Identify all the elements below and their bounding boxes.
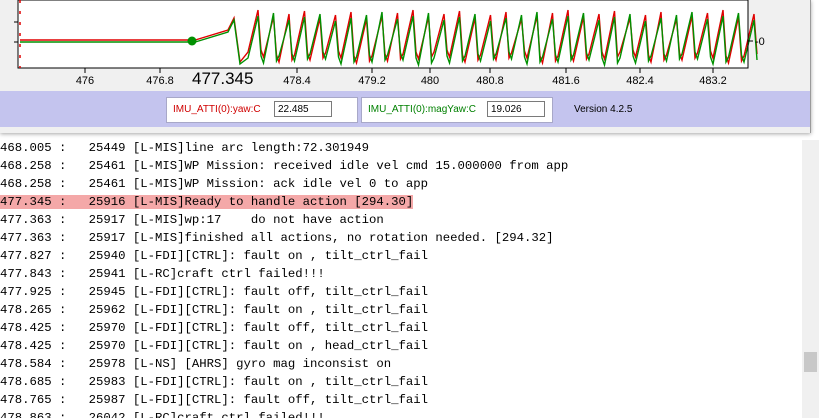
log-row[interactable]: 478.584 : 25978 [L-NS] [AHRS] gyro mag i… [0, 355, 800, 373]
version-label: Version 4.2.5 [574, 104, 633, 115]
log-message: [L-FDI][CTRL]: fault off, tilt_ctrl_fail [132, 321, 429, 335]
log-tick: 25945 [88, 285, 126, 299]
highlighted-log-entry: 477.345 : 25916 [L-MIS]Ready to handle a… [0, 195, 414, 209]
log-row[interactable]: 477.843 : 25941 [L-RC]craft ctrl failed!… [0, 265, 800, 283]
cursor-time-label: 477.345 [192, 69, 253, 88]
log-row[interactable]: 468.005 : 25449 [L-MIS]line arc length:7… [0, 140, 800, 157]
log-row[interactable]: 478.265 : 25962 [L-FDI][CTRL]: fault on … [0, 301, 800, 319]
log-prefix: 478.685 : [0, 375, 67, 389]
x-axis-tick-label: 481.6 [552, 75, 580, 87]
log-message: [L-NS] [AHRS] gyro mag inconsist on [132, 357, 392, 371]
log-tick: 25917 [88, 213, 126, 227]
log-row[interactable]: 478.425 : 25970 [L-FDI][CTRL]: fault on … [0, 337, 800, 355]
time-series-plot[interactable]: -0 476 476.8 478.4 479.2 480 480.8 481.6 482.4 4… [0, 0, 810, 91]
log-row[interactable]: 477.363 : 25917 [L-MIS]finished all acti… [0, 229, 800, 247]
log-row[interactable]: 477.925 : 25945 [L-FDI][CTRL]: fault off… [0, 283, 800, 301]
x-axis-tick-label: 479.2 [358, 75, 386, 87]
log-prefix: 478.863 : [0, 411, 67, 418]
log-tick: 25970 [88, 339, 126, 353]
log-message: [L-FDI][CTRL]: fault off, tilt_ctrl_fail [132, 285, 429, 299]
y-axis-label: -0 [755, 36, 765, 48]
log-message: [L-FDI][CTRL]: fault on , head_ctrl_fail [132, 339, 429, 353]
log-prefix: 477.363 : [0, 231, 67, 245]
log-tick: 25449 [88, 141, 126, 155]
log-row[interactable]: 478.863 : 26042 [L-RC]craft ctrl failed!… [0, 409, 800, 418]
magyaw-field-group: IMU_ATTI(0):magYaw:C [361, 97, 553, 123]
cursor-marker[interactable] [187, 36, 197, 46]
log-message: [L-FDI][CTRL]: fault on , tilt_ctrl_fail [132, 303, 429, 317]
log-tick: 25962 [88, 303, 126, 317]
yaw-value-input[interactable] [274, 101, 332, 117]
log-tick: 25461 [88, 159, 126, 173]
log-message: [L-RC]craft ctrl failed!!! [132, 267, 325, 281]
log-message: [L-RC]craft ctrl failed!!! [132, 411, 325, 418]
log-prefix: 478.584 : [0, 357, 67, 371]
log-prefix: 477.925 : [0, 285, 67, 299]
log-tick: 25970 [88, 321, 126, 335]
log-prefix: 478.765 : [0, 393, 67, 407]
log-prefix: 477.827 : [0, 249, 67, 263]
log-row[interactable]: 468.258 : 25461 [L-MIS]WP Mission: ack i… [0, 175, 800, 193]
log-row[interactable]: 477.363 : 25917 [L-MIS]wp:17 do not have… [0, 211, 800, 229]
log-prefix: 468.258 : [0, 177, 67, 191]
log-tick: 25940 [88, 249, 126, 263]
x-axis-ticks: 476 476.8 478.4 479.2 480 480.8 481.6 482.4 483.… [76, 68, 727, 87]
log-row[interactable]: 468.258 : 25461 [L-MIS]WP Mission: recei… [0, 157, 800, 175]
log-tick: 25978 [88, 357, 126, 371]
log-tick: 25461 [88, 177, 126, 191]
log-message: [L-MIS]WP Mission: ack idle vel 0 to app [132, 177, 429, 191]
log-row[interactable]: 478.685 : 25983 [L-FDI][CTRL]: fault on … [0, 373, 800, 391]
yaw-field-group: IMU_ATTI(0):yaw:C [166, 97, 358, 123]
x-axis-tick-label: 483.2 [699, 75, 727, 87]
x-axis-tick-label: 478.4 [283, 75, 311, 87]
log-tick: 25941 [88, 267, 126, 281]
vertical-scrollbar[interactable] [802, 140, 819, 418]
scrollbar-thumb[interactable] [804, 352, 817, 372]
log-prefix: 468.258 : [0, 159, 67, 173]
log-message: [L-FDI][CTRL]: fault on , tilt_ctrl_fail [132, 375, 429, 389]
log-message: [L-MIS]line arc length:72.301949 [132, 141, 369, 155]
log-tick: 25916 [88, 195, 126, 209]
x-axis-tick-label: 476 [76, 75, 94, 87]
log-message: [L-MIS]wp:17 do not have action [132, 213, 384, 227]
log-prefix: 478.425 : [0, 339, 67, 353]
log-prefix: 478.425 : [0, 321, 67, 335]
yaw-label: IMU_ATTI(0):yaw:C [173, 104, 261, 115]
magyaw-label: IMU_ATTI(0):magYaw:C [368, 104, 476, 115]
x-axis-tick-label: 480 [421, 75, 439, 87]
log-message: [L-FDI][CTRL]: fault on , tilt_ctrl_fail [132, 249, 429, 263]
x-axis-tick-label: 476.8 [146, 75, 174, 87]
log-tick: 25917 [88, 231, 126, 245]
magyaw-value-input[interactable] [487, 101, 545, 117]
log-tick: 26042 [88, 411, 126, 418]
log-row[interactable]: 477.345 : 25916 [L-MIS]Ready to handle a… [0, 193, 800, 211]
plot-panel: -0 476 476.8 478.4 479.2 480 480.8 481.6 482.4 4… [0, 0, 811, 133]
log-prefix: 477.843 : [0, 267, 67, 281]
log-tick: 25987 [88, 393, 126, 407]
log-message: [L-MIS]finished all actions, no rotation… [132, 231, 554, 245]
log-list[interactable]: 468.005 : 25449 [L-MIS]line arc length:7… [0, 140, 802, 418]
log-row[interactable]: 478.765 : 25987 [L-FDI][CTRL]: fault off… [0, 391, 800, 409]
log-prefix: 468.005 : [0, 141, 67, 155]
log-message: [L-MIS]Ready to handle action [294.30] [132, 195, 414, 209]
log-prefix: 477.345 : [0, 195, 67, 209]
channel-field-bar: IMU_ATTI(0):yaw:C IMU_ATTI(0):magYaw:C V… [0, 91, 810, 127]
log-row[interactable]: 477.827 : 25940 [L-FDI][CTRL]: fault on … [0, 247, 800, 265]
log-row[interactable]: 478.425 : 25970 [L-FDI][CTRL]: fault off… [0, 319, 800, 337]
log-tick: 25983 [88, 375, 126, 389]
log-prefix: 478.265 : [0, 303, 67, 317]
x-axis-tick-label: 480.8 [476, 75, 504, 87]
x-axis-tick-label: 482.4 [626, 75, 654, 87]
log-prefix: 477.363 : [0, 213, 67, 227]
log-message: [L-FDI][CTRL]: fault off, tilt_ctrl_fail [132, 393, 429, 407]
log-message: [L-MIS]WP Mission: received idle vel cmd… [132, 159, 569, 173]
